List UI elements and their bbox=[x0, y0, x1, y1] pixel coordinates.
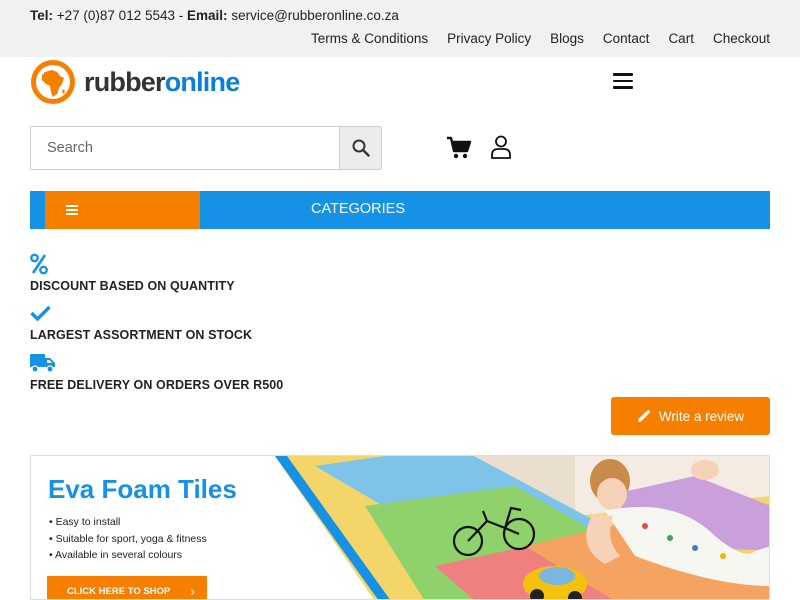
write-review-label: Write a review bbox=[658, 408, 745, 424]
list-menu-icon bbox=[66, 205, 78, 215]
user-account-icon[interactable] bbox=[490, 134, 512, 160]
email-label: Email: bbox=[187, 8, 228, 23]
banner-shop-label: CLICK HERE TO SHOP bbox=[67, 586, 171, 597]
search-input[interactable] bbox=[31, 127, 339, 169]
email-value[interactable]: service@rubberonline.co.za bbox=[231, 8, 399, 23]
link-cart[interactable]: Cart bbox=[668, 31, 694, 46]
promo-banner[interactable]: Eva Foam Tiles Easy to install Suitable … bbox=[30, 455, 770, 600]
contact-info: Tel: +27 (0)87 012 5543 - Email: service… bbox=[30, 8, 399, 23]
banner-bullet-list: Easy to install Suitable for sport, yoga… bbox=[49, 514, 207, 564]
categories-label[interactable]: CATEGORIES bbox=[311, 201, 405, 217]
truck-icon bbox=[30, 354, 55, 373]
category-nav-bar: CATEGORIES bbox=[30, 191, 770, 229]
banner-bullet: Suitable for sport, yoga & fitness bbox=[49, 531, 207, 548]
link-terms[interactable]: Terms & Conditions bbox=[311, 31, 428, 46]
check-icon bbox=[30, 305, 51, 321]
search-button[interactable] bbox=[339, 127, 381, 169]
write-review-button[interactable]: Write a review bbox=[611, 397, 770, 435]
banner-bullet: Available in several colours bbox=[49, 547, 207, 564]
pencil-icon bbox=[637, 409, 650, 422]
feature-discount: DISCOUNT BASED ON QUANTITY bbox=[30, 279, 235, 293]
site-logo[interactable]: rubberonline bbox=[30, 59, 240, 105]
feature-assortment: LARGEST ASSORTMENT ON STOCK bbox=[30, 328, 253, 342]
search-bar bbox=[30, 126, 382, 170]
percent-icon bbox=[30, 253, 48, 275]
top-bar: Tel: +27 (0)87 012 5543 - Email: service… bbox=[0, 0, 800, 57]
banner-shop-button[interactable]: CLICK HERE TO SHOP › bbox=[47, 576, 207, 599]
africa-logo-icon bbox=[31, 60, 75, 104]
tel-value[interactable]: +27 (0)87 012 5543 bbox=[57, 8, 175, 23]
logo-text-online: online bbox=[164, 66, 240, 97]
banner-bullet: Easy to install bbox=[49, 514, 207, 531]
foam-tiles-photo bbox=[275, 456, 769, 599]
cart-icon[interactable] bbox=[446, 136, 472, 160]
chevron-right-icon: › bbox=[190, 583, 195, 599]
contact-separator: - bbox=[178, 8, 184, 23]
link-checkout[interactable]: Checkout bbox=[713, 31, 770, 46]
feature-delivery: FREE DELIVERY ON ORDERS OVER R500 bbox=[30, 378, 284, 392]
logo-wordmark: rubberonline bbox=[84, 66, 240, 98]
link-contact[interactable]: Contact bbox=[603, 31, 650, 46]
link-blogs[interactable]: Blogs bbox=[550, 31, 584, 46]
search-icon bbox=[352, 139, 370, 157]
category-menu-button[interactable] bbox=[45, 191, 200, 229]
main-menu-icon[interactable] bbox=[613, 73, 633, 89]
banner-title: Eva Foam Tiles bbox=[48, 474, 237, 504]
tel-label: Tel: bbox=[30, 8, 53, 23]
top-links: Terms & Conditions Privacy Policy Blogs … bbox=[311, 31, 770, 46]
logo-text-rubber: rubber bbox=[84, 66, 166, 97]
link-privacy[interactable]: Privacy Policy bbox=[447, 31, 531, 46]
